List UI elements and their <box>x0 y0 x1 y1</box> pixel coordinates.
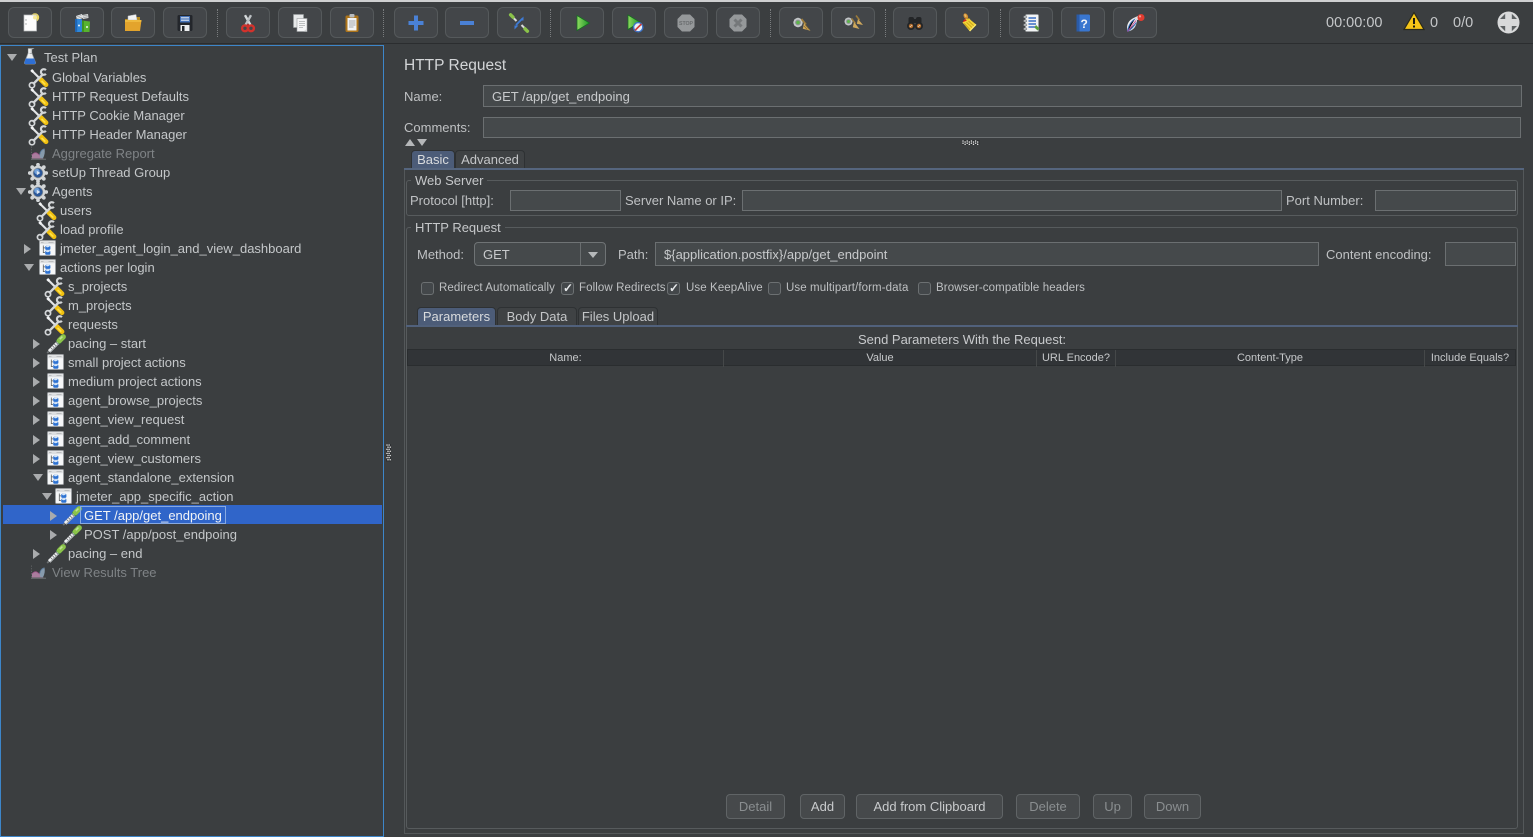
svg-text:STOP: STOP <box>679 20 694 26</box>
svg-text:?: ? <box>1081 16 1088 30</box>
